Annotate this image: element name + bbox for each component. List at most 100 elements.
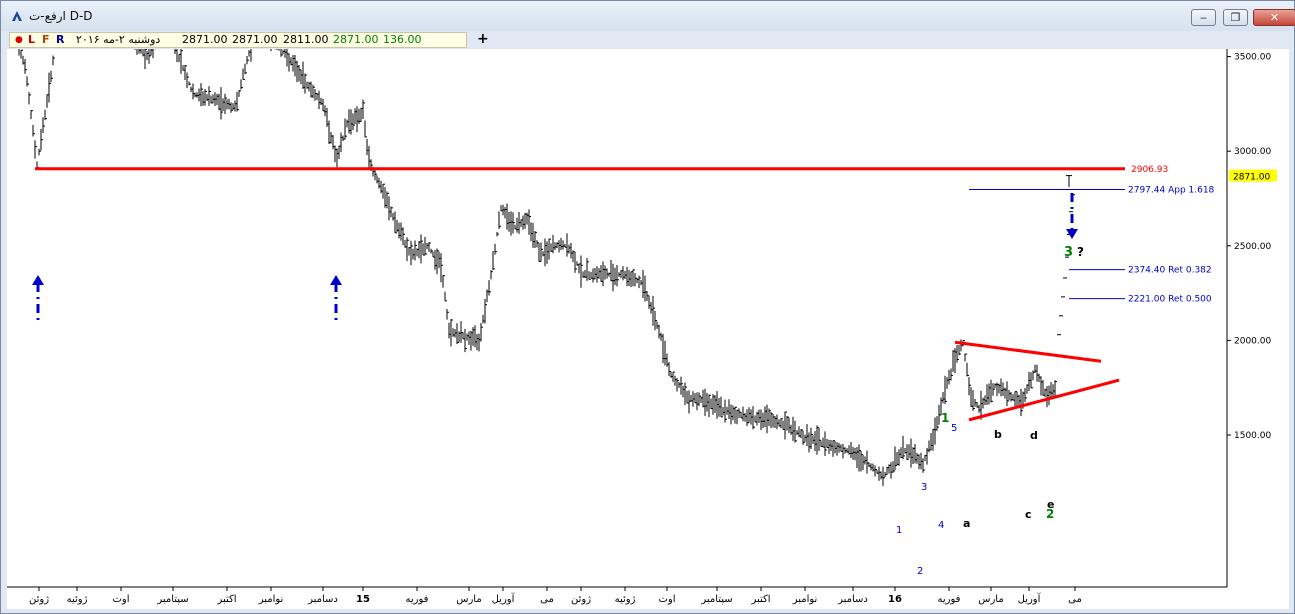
dashed-up-arrow	[32, 275, 44, 324]
x-tick-label: دسامبر	[307, 594, 338, 605]
price-bar	[496, 232, 499, 237]
price-bar	[488, 280, 491, 296]
wave-label-minor: 5	[951, 423, 957, 434]
price-bar	[28, 92, 31, 105]
x-tick-label: ژوئیه	[615, 594, 636, 605]
price-bar	[44, 109, 47, 120]
arrow-head	[32, 275, 44, 285]
close-icon: ✕	[1269, 11, 1280, 24]
app-logo-icon	[12, 11, 22, 21]
price-bar	[512, 212, 515, 234]
flag-f[interactable]: F	[42, 33, 50, 47]
wave-label-major-3: 3	[1064, 245, 1073, 260]
price-bar	[188, 81, 191, 86]
price-bar	[818, 427, 821, 451]
flag-l[interactable]: L	[28, 33, 35, 47]
add-indicator-icon[interactable]: +	[477, 31, 489, 47]
price-bar	[240, 79, 243, 90]
chart-annotations: 12345123 ?abcde	[32, 193, 1084, 577]
current-price-label: 2871.00	[1233, 173, 1270, 183]
x-tick-label: اکتبر	[750, 594, 770, 605]
y-tick-label: 3000.00	[1234, 147, 1271, 157]
chart-area[interactable]: 2906.93 2797.44 App 1.618 2374.40 Ret 0.38…	[7, 0, 1289, 609]
x-tick-label: فوریه	[938, 594, 961, 605]
close-button[interactable]: ✕	[1253, 9, 1295, 26]
price-bar	[52, 55, 55, 66]
arrow-head	[330, 275, 342, 285]
x-tick-label: دسامبر	[837, 594, 868, 605]
x-tick-label: 16	[888, 594, 902, 605]
flag-r[interactable]: R	[56, 33, 64, 47]
price-bar	[152, 33, 155, 59]
price-bar	[866, 450, 869, 474]
x-tick-label: ژوئن	[571, 594, 591, 605]
x-tick-label: اکتبر	[216, 594, 236, 605]
y-axis: 4000.003500.003000.002500.002000.001500.…	[1226, 49, 1271, 587]
fib-level-label: 2797.44 App 1.618	[1128, 186, 1215, 196]
price-bars	[10, 0, 1075, 487]
fib-level-label: 2221.00 Ret 0.500	[1128, 295, 1212, 305]
price-bar	[446, 309, 449, 320]
price-bar	[24, 59, 27, 74]
price-bar	[270, 25, 273, 52]
y-tick-label: 2500.00	[1234, 242, 1271, 252]
wave-label-triangle: e	[1047, 498, 1054, 511]
price-bar	[688, 390, 691, 414]
price-bar	[484, 298, 487, 324]
wave-label-major-1: 1	[941, 411, 949, 425]
price-info-bar: ● L F R دوشنبه ۲-مه ۲۰۱۶ 2871.00 2871.00…	[9, 32, 467, 48]
dashed-down-arrow	[1066, 193, 1078, 239]
price-bar	[364, 120, 367, 138]
wave-label-triangle: a	[963, 517, 970, 530]
x-tick-label: اوت	[112, 594, 129, 605]
x-tick-label: ژوئیه	[67, 594, 88, 605]
price-bar	[244, 63, 247, 75]
wave-label-triangle: d	[1030, 429, 1038, 442]
x-tick-label: ژوئن	[29, 594, 49, 605]
title-bar[interactable]: ارفع-ت D-D ‒ ❐ ✕	[1, 1, 1295, 31]
wave-label-triangle: b	[994, 428, 1002, 441]
price-bar	[246, 56, 249, 65]
minimize-button[interactable]: ‒	[1191, 9, 1216, 26]
price-bar	[964, 353, 967, 362]
wave-label-minor: 1	[896, 525, 902, 536]
price-bar	[250, 35, 253, 62]
restore-icon: ❐	[1230, 11, 1241, 24]
volume-value: 136.00	[383, 33, 422, 46]
open-value: 2871.00	[182, 33, 228, 46]
price-bar	[238, 89, 241, 97]
x-tick-label: می	[540, 594, 554, 605]
chart-overlays: 2906.93 2797.44 App 1.618 2374.40 Ret 0.38…	[35, 165, 1277, 422]
minimize-icon: ‒	[1200, 11, 1207, 24]
price-bar	[442, 274, 445, 288]
y-tick-label: 3500.00	[1234, 53, 1271, 63]
bar-date: دوشنبه ۲-مه ۲۰۱۶	[76, 33, 161, 46]
price-bar	[34, 140, 37, 159]
restore-button[interactable]: ❐	[1223, 9, 1248, 26]
x-tick-label: مارس	[978, 594, 1003, 605]
price-bar	[186, 72, 189, 89]
price-chart[interactable]: 2906.93 2797.44 App 1.618 2374.40 Ret 0.38…	[7, 0, 1289, 609]
wave-label-minor: 4	[938, 520, 944, 531]
x-tick-label: نوامبر	[258, 594, 284, 605]
x-axis: ژوئن ژوئیه اوت سپتامبر اکتبر نوامبر دسامبر 15 فو…	[7, 586, 1227, 605]
x-tick-label: اوت	[658, 594, 675, 605]
status-dot-icon: ●	[15, 35, 23, 45]
resistance-label: 2906.93	[1131, 165, 1168, 175]
fib-level-label: 2374.40 Ret 0.382	[1128, 266, 1212, 276]
price-bar	[966, 362, 969, 377]
price-bar	[30, 110, 33, 120]
wave-label-minor: 3	[921, 482, 927, 493]
chart-window: ارفع-ت D-D ‒ ❐ ✕ ● L F R دوشنبه ۲-مه ۲۰۱…	[0, 0, 1295, 614]
y-tick-label: 1500.00	[1234, 431, 1271, 441]
wave-label-minor: 2	[917, 566, 923, 577]
x-tick-label: آوریل	[492, 592, 516, 605]
low-value: 2811.00	[283, 33, 329, 46]
price-bar	[480, 323, 483, 342]
price-bar	[902, 435, 905, 460]
price-bar	[36, 161, 39, 169]
close-value: 2871.00	[333, 33, 379, 46]
price-bar	[498, 211, 501, 230]
dashed-up-arrow	[330, 275, 342, 324]
x-tick-label: سپتامبر	[156, 594, 188, 605]
